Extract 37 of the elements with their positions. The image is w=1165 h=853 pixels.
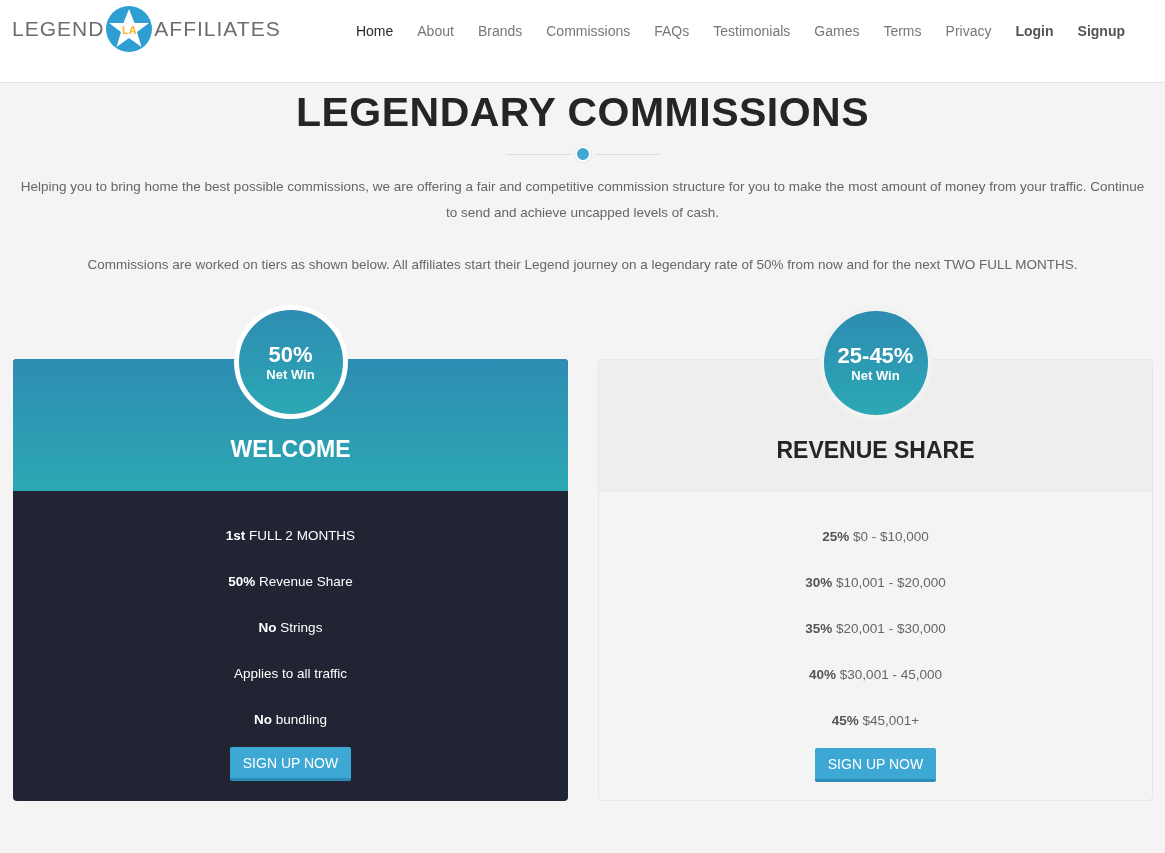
account-link[interactable]: Signup <box>1065 23 1137 39</box>
star-logo-icon <box>106 6 153 52</box>
intro-paragraph: Commissions are worked on tiers as shown below. All affiliates start their Legend journey on a legendary rate of 50% from now and for the next TWO FULL MONTHS. <box>87 256 1078 274</box>
plan-feature: 25% $0 - $10,000 <box>822 528 929 546</box>
plan-title: REVENUE SHARE <box>776 437 975 464</box>
nav-link[interactable]: Brands <box>465 23 535 39</box>
nav-link[interactable]: Commissions <box>534 23 643 39</box>
plan-feature: 40% $30,001 - 45,000 <box>809 666 942 684</box>
plan-feature: No bundling <box>254 711 327 729</box>
plan-feature: 1st FULL 2 MONTHS <box>225 527 356 545</box>
logo-text: LEGEND <box>12 17 105 41</box>
sign-up-button[interactable]: SIGN UP NOW <box>229 747 352 781</box>
plan-feature: Applies to all traffic <box>233 665 348 683</box>
plan-title: WELCOME <box>230 436 351 463</box>
nav-link[interactable]: FAQs <box>642 23 702 39</box>
nav-link[interactable]: Home <box>343 23 406 39</box>
intro-paragraph: Helping you to bring home the best possible commissions, we are offering a fair and competitive commission structure for you to make the most amount of money from your traffic. Continue to send and achieve uncapped levels of cash. <box>19 178 1146 222</box>
logo-initials: LA <box>122 23 137 36</box>
plan-feature: No Strings <box>258 619 323 637</box>
nav-link[interactable]: Privacy <box>933 23 1004 39</box>
account-link[interactable]: Login <box>1003 23 1066 39</box>
rate-value: 25-45% <box>837 343 914 368</box>
nav-link[interactable]: About <box>405 23 466 39</box>
plan-feature: 35% $20,001 - $30,000 <box>805 620 946 638</box>
nav-link[interactable]: Testimonials <box>701 23 803 39</box>
nav-link[interactable]: Games <box>802 23 872 39</box>
divider-dot-icon <box>574 146 591 162</box>
rate-label: Net Win <box>266 366 315 382</box>
nav-link[interactable]: Terms <box>871 23 934 39</box>
sign-up-button[interactable]: SIGN UP NOW <box>814 748 937 782</box>
plan-feature: 30% $10,001 - $20,000 <box>805 574 946 592</box>
logo-text: AFFILIATES <box>154 17 281 41</box>
rate-value: 50% <box>268 342 313 367</box>
rate-label: Net Win <box>851 367 900 383</box>
plan-feature: 45% $45,001+ <box>831 712 920 730</box>
page-heading: LEGENDARY COMMISSIONS <box>295 89 870 136</box>
plan-feature: 50% Revenue Share <box>228 573 353 591</box>
